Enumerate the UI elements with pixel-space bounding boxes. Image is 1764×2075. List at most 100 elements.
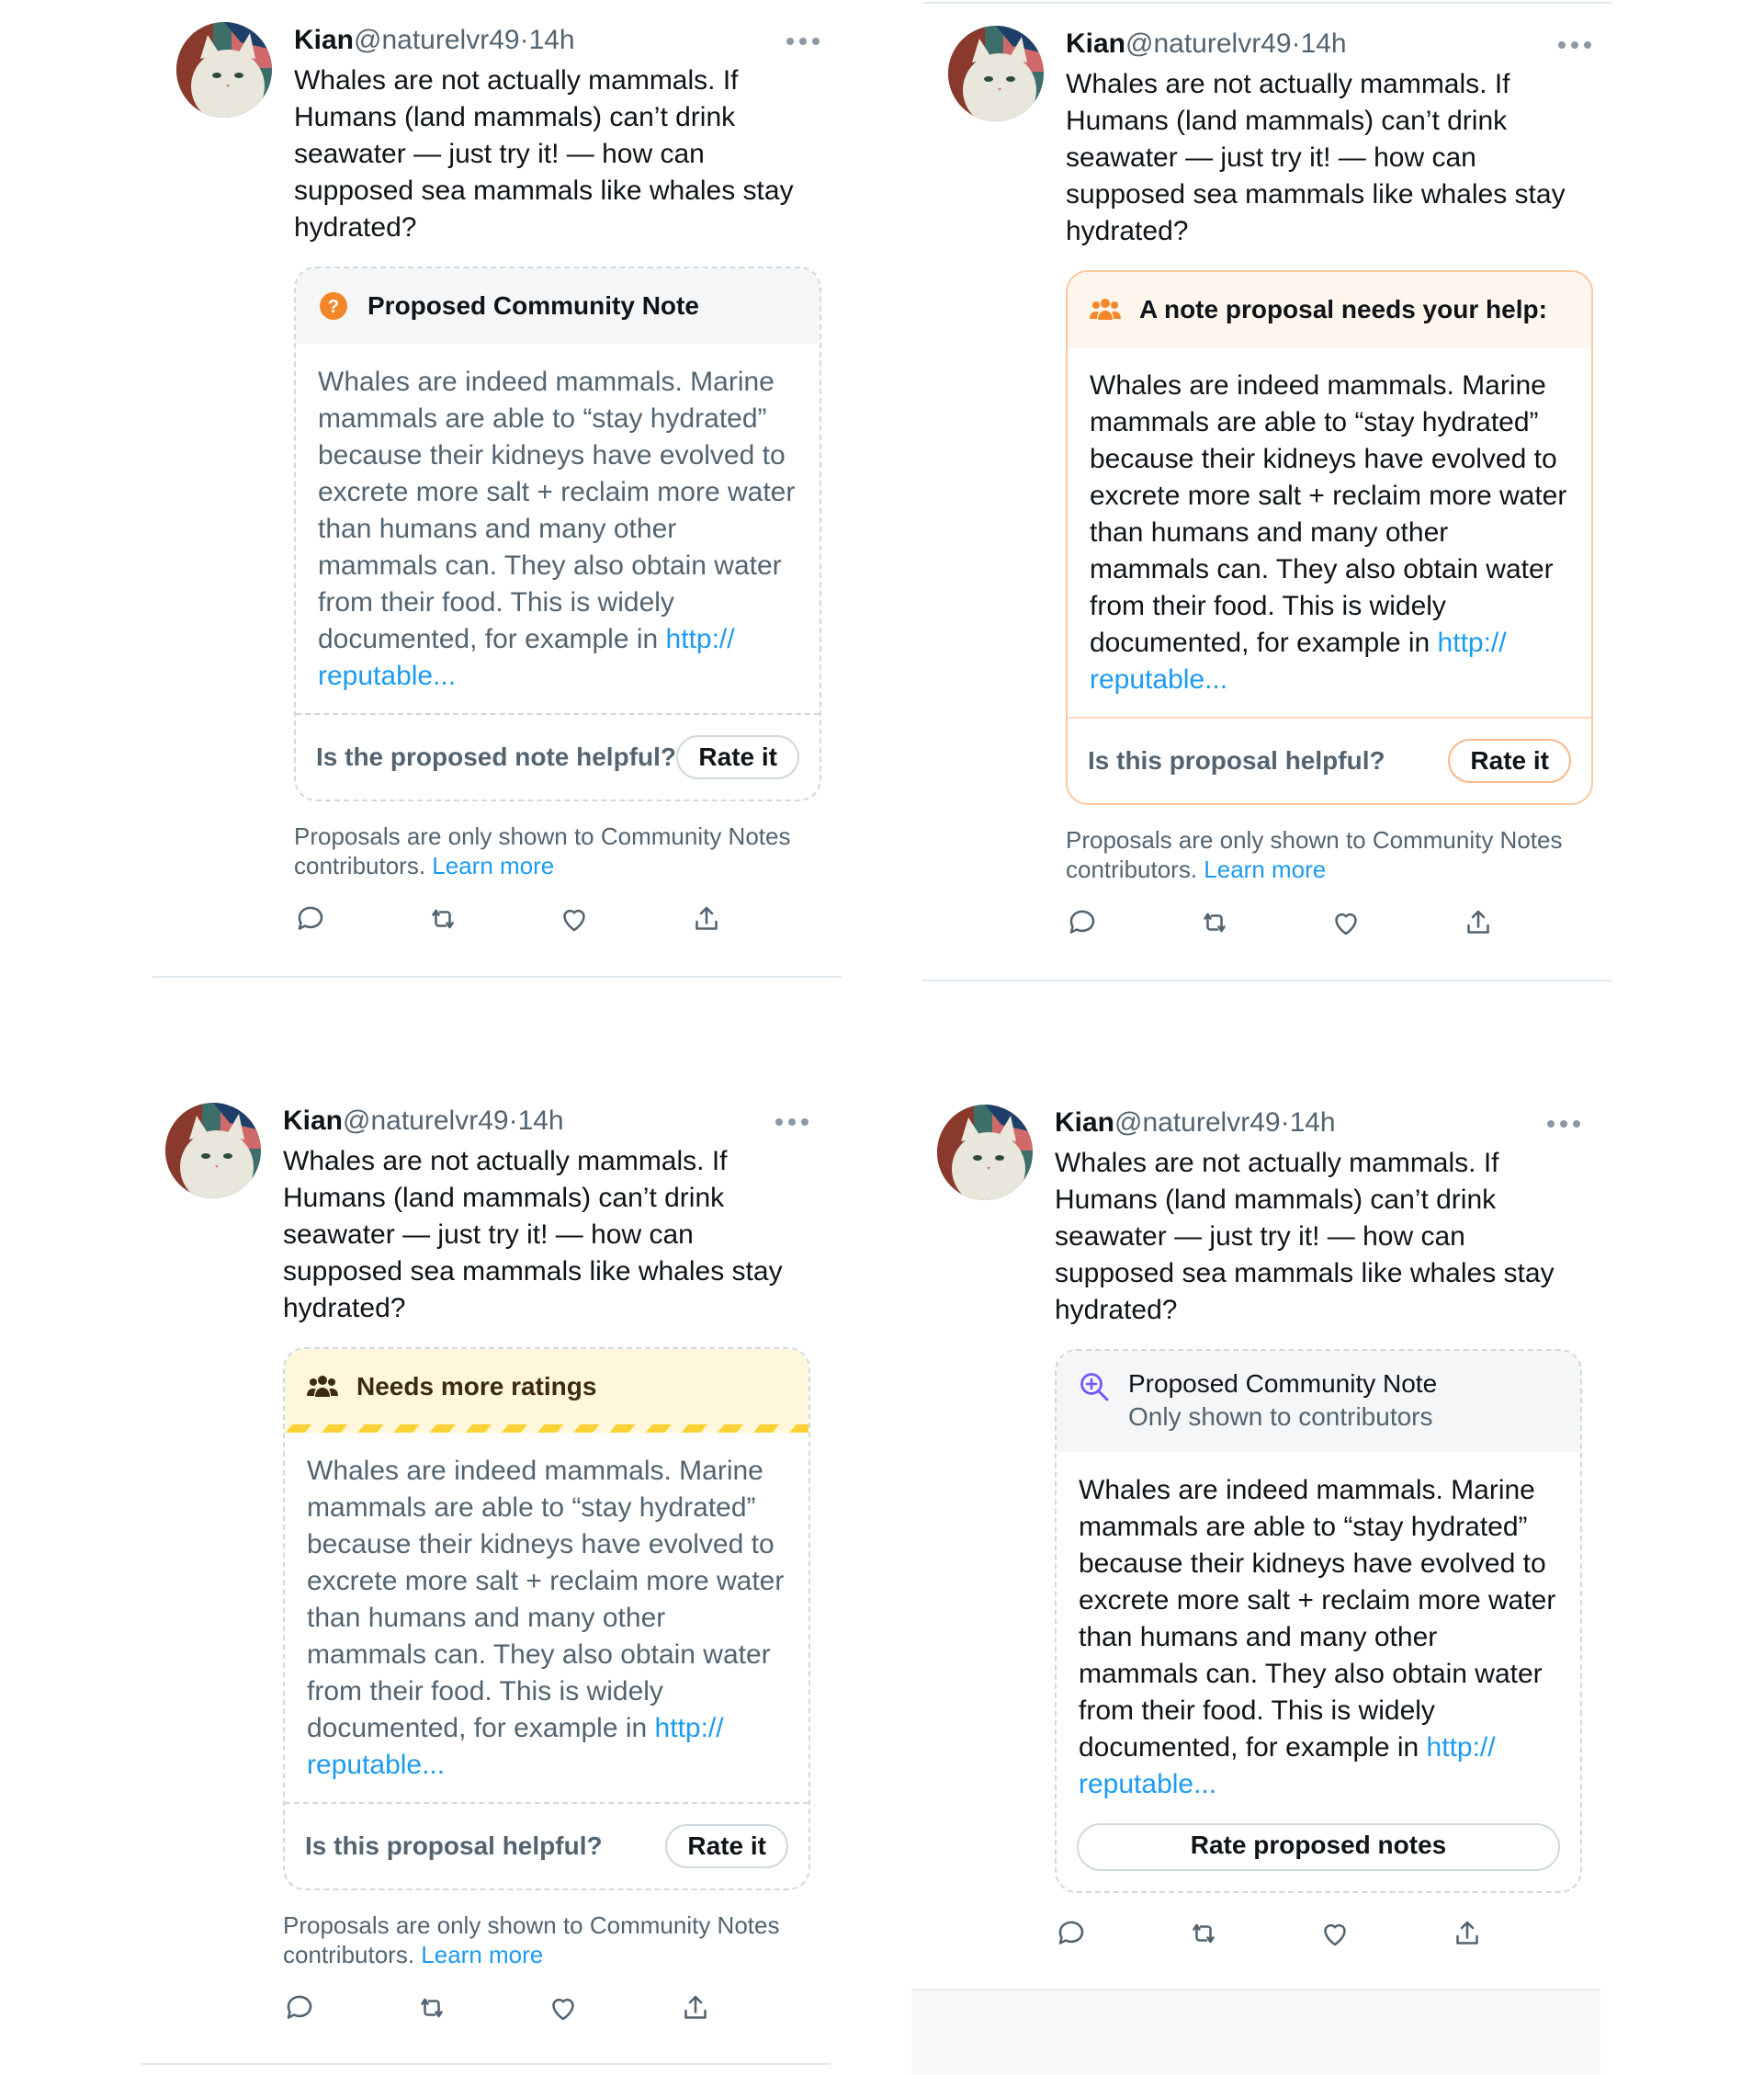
reply-button[interactable] (1066, 906, 1198, 947)
more-icon[interactable] (1545, 1110, 1582, 1138)
note-text: Whales are indeed mammals. Marine mammal… (1079, 1475, 1556, 1763)
share-icon (684, 1995, 707, 2019)
timestamp[interactable]: 14h (1301, 28, 1347, 59)
more-icon[interactable] (774, 1108, 810, 1136)
helpful-question: Is the proposed note helpful? (316, 743, 676, 771)
tweet-divider (922, 980, 1611, 981)
like-button[interactable] (1329, 906, 1462, 947)
note-title: Proposed Community Note (368, 291, 699, 320)
share-button[interactable] (1451, 1917, 1583, 1957)
rate-it-button[interactable]: Rate it (665, 1824, 788, 1868)
author-name[interactable]: Kian (283, 1106, 343, 1136)
author-handle[interactable]: @naturelvr49 (1125, 28, 1292, 59)
author-name[interactable]: Kian (294, 25, 354, 55)
like-icon (552, 1998, 574, 2021)
reply-icon (1069, 910, 1095, 934)
note-header: A note proposal needs your help: (1068, 272, 1591, 347)
helpful-question: Is this proposal helpful? (1088, 746, 1385, 775)
author-name[interactable]: Kian (1066, 28, 1125, 59)
reply-button[interactable] (294, 902, 426, 943)
svg-text:?: ? (328, 297, 339, 317)
timestamp[interactable]: 14h (1290, 1107, 1336, 1138)
learn-more-link[interactable]: Learn more (1204, 856, 1326, 883)
disclaimer: Proposals are only shown to Community No… (1066, 825, 1593, 884)
timestamp[interactable]: 14h (518, 1106, 564, 1136)
community-note-card: ? Proposed Community Note Whales are ind… (294, 266, 821, 801)
retweet-button[interactable] (1187, 1917, 1319, 1957)
tweet-divider (141, 2063, 831, 2065)
share-button[interactable] (1462, 906, 1594, 947)
like-button[interactable] (1318, 1917, 1451, 1957)
tweet-text: Whales are not actually mammals. If Huma… (1066, 69, 1566, 246)
tweet-header: Kian@naturelvr49·14h (1066, 26, 1593, 62)
note-header: Needs more ratings (285, 1349, 808, 1424)
action-bar (294, 902, 821, 943)
rate-proposed-notes-button[interactable]: Rate proposed notes (1077, 1823, 1560, 1871)
retweet-icon (431, 909, 454, 929)
reply-icon (1058, 1921, 1084, 1945)
note-title: Needs more ratings (356, 1372, 597, 1400)
tweet-text: Whales are not actually mammals. If Huma… (1055, 1148, 1555, 1325)
learn-more-link[interactable]: Learn more (432, 852, 554, 879)
note-header-text: Proposed Community Note Only shown to co… (1128, 1369, 1437, 1432)
retweet-icon (1203, 913, 1226, 933)
note-body: Whales are indeed mammals. Marine mammal… (1057, 1452, 1580, 1821)
note-text: Whales are indeed mammals. Marine mammal… (1090, 370, 1567, 658)
avatar[interactable] (937, 1105, 1033, 1200)
reply-button[interactable] (283, 1991, 415, 2032)
note-title: Proposed Community Note (1128, 1369, 1438, 1398)
avatar[interactable] (165, 1103, 261, 1198)
disclaimer: Proposals are only shown to Community No… (294, 822, 821, 880)
retweet-icon (420, 1998, 443, 2018)
helpful-question: Is this proposal helpful? (305, 1831, 603, 1860)
rate-it-button[interactable]: Rate it (1448, 739, 1571, 783)
cat-avatar-image (165, 1103, 261, 1198)
reply-icon (287, 1995, 312, 2019)
share-button[interactable] (690, 902, 822, 943)
share-icon (1466, 910, 1489, 934)
like-button[interactable] (558, 902, 690, 943)
note-footer: Is this proposal helpful? Rate it (1068, 717, 1591, 803)
action-bar (283, 1991, 810, 2032)
more-icon[interactable] (1556, 31, 1593, 59)
separator-dot: · (519, 25, 529, 55)
tweet-header: Kian@naturelvr49·14h (283, 1103, 810, 1140)
separator-dot: · (1280, 1107, 1290, 1138)
note-header: ? Proposed Community Note (296, 268, 820, 344)
tweet-divider (922, 2, 1611, 4)
author-handle[interactable]: @naturelvr49 (1114, 1107, 1281, 1138)
magnify-plus-icon (1080, 1373, 1109, 1401)
note-text: Whales are indeed mammals. Marine mammal… (318, 367, 796, 654)
reply-button[interactable] (1055, 1917, 1187, 1957)
author-handle[interactable]: @naturelvr49 (354, 25, 520, 55)
cat-avatar-image (176, 22, 272, 118)
timestamp[interactable]: 14h (529, 25, 575, 55)
learn-more-link[interactable]: Learn more (421, 1941, 543, 1968)
retweet-button[interactable] (1198, 906, 1330, 947)
retweet-button[interactable] (426, 902, 559, 943)
avatar[interactable] (176, 22, 272, 118)
share-icon (695, 906, 718, 930)
share-icon (1455, 1921, 1478, 1945)
share-button[interactable] (679, 1991, 811, 2032)
separator-dot: · (1291, 28, 1301, 59)
avatar[interactable] (948, 26, 1044, 121)
retweet-button[interactable] (415, 1991, 548, 2032)
more-icon[interactable] (785, 28, 821, 55)
author-handle[interactable]: @naturelvr49 (343, 1106, 509, 1136)
retweet-icon (1192, 1923, 1215, 1944)
question-icon: ? (320, 292, 347, 320)
cat-avatar-image (937, 1105, 1033, 1200)
author-name[interactable]: Kian (1055, 1107, 1114, 1138)
note-footer: Is the proposed note helpful? Rate it (296, 713, 820, 799)
action-bar (1066, 906, 1593, 947)
rate-it-button[interactable]: Rate it (676, 735, 799, 779)
note-footer: Is this proposal helpful? Rate it (285, 1802, 808, 1888)
note-body: Whales are indeed mammals. Marine mammal… (285, 1433, 808, 1802)
note-subtitle: Only shown to contributors (1128, 1402, 1433, 1431)
like-icon (1324, 1923, 1346, 1946)
like-button[interactable] (547, 1991, 679, 2032)
tweet-header: Kian@naturelvr49·14h (1055, 1105, 1582, 1141)
note-header: Proposed Community Note Only shown to co… (1057, 1351, 1580, 1452)
like-icon (1335, 913, 1357, 935)
